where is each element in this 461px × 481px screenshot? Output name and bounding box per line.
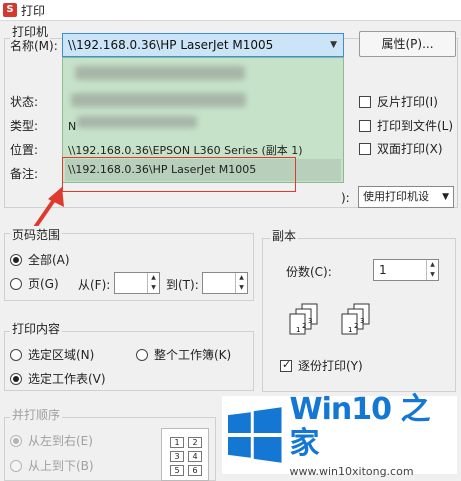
order-cell: 6 — [188, 465, 202, 476]
workbook-option[interactable]: 整个工作簿(K) — [136, 346, 231, 363]
duplex-print-option[interactable]: 双面打印(X) — [359, 140, 443, 157]
selection-radio[interactable] — [10, 348, 22, 361]
svg-text:1: 1 — [296, 326, 300, 334]
order-cell: 5 — [170, 465, 184, 476]
collate-stack-icon: 3 2 1 — [341, 303, 370, 335]
watermark-text: Win10 之家 www.win10xitong.com — [289, 391, 458, 478]
svg-text:2: 2 — [302, 322, 306, 330]
win10-watermark: Win10 之家 www.win10xitong.com — [222, 392, 457, 478]
order-cell: 1 — [170, 437, 184, 448]
selection-label: 选定区域(N) — [28, 348, 95, 362]
print-to-file-checkbox[interactable] — [359, 119, 371, 132]
print-to-file-label: 打印到文件(L) — [377, 119, 454, 133]
spin-arrows-icon[interactable]: ▲ ▼ — [147, 273, 159, 293]
svg-text:3: 3 — [360, 317, 364, 325]
left-right-label: 从左到右(E) — [28, 434, 93, 448]
mirror-print-label: 反片打印(I) — [377, 95, 438, 109]
watermark-title-latin: Win10 — [289, 391, 392, 427]
selection-option[interactable]: 选定区域(N) — [10, 346, 94, 363]
status-label: 状态: — [10, 95, 39, 109]
collate-stack-icon: 3 2 1 — [289, 303, 318, 335]
svg-text:2: 2 — [354, 322, 358, 330]
blurred-printer-item[interactable] — [77, 116, 197, 128]
print-order-preview: 1 2 3 4 5 6 — [161, 428, 209, 481]
page-range-label: 页码范围 — [10, 226, 63, 243]
order-cell: 2 — [188, 437, 202, 448]
spin-arrows-icon[interactable]: ▲ ▼ — [235, 273, 247, 293]
page-from-label: 从(F): — [78, 278, 111, 292]
duplex-print-label: 双面打印(X) — [377, 142, 443, 156]
sheet-option[interactable]: 选定工作表(V) — [10, 370, 106, 387]
windows-logo-icon — [227, 407, 282, 463]
svg-text:3: 3 — [308, 317, 312, 325]
workbook-radio[interactable] — [136, 348, 148, 361]
chevron-down-icon: ▼ — [330, 40, 337, 50]
page-range-all-option[interactable]: 全部(A) — [10, 251, 70, 268]
order-cell: 4 — [188, 451, 202, 462]
top-bottom-label: 从上到下(B) — [28, 459, 94, 473]
collate-label: 逐份打印(Y) — [298, 359, 363, 373]
print-to-file-option[interactable]: 打印到文件(L) — [359, 117, 453, 134]
print-mode-value: 使用打印机设 — [363, 190, 429, 203]
svg-text:1: 1 — [348, 326, 352, 334]
collate-checkbox[interactable] — [280, 358, 292, 372]
blurred-printer-item[interactable] — [75, 66, 245, 80]
left-right-radio[interactable] — [10, 434, 22, 447]
name-label: 名称(M): — [10, 39, 58, 53]
annotation-highlight-box — [62, 157, 296, 192]
page-range-all-label: 全部(A) — [28, 253, 70, 267]
sheet-label: 选定工作表(V) — [28, 372, 106, 386]
location-label: 位置: — [10, 143, 39, 157]
spin-arrows-icon[interactable]: ▲ ▼ — [426, 260, 438, 280]
collate-option[interactable]: 逐份打印(Y) — [280, 357, 363, 374]
mirror-print-checkbox[interactable] — [359, 95, 371, 108]
copies-count-value: 1 — [379, 263, 387, 277]
dropdown-item-epson[interactable]: \\192.168.0.36\EPSON L360 Series (副本 1) — [68, 142, 303, 158]
print-content-label: 打印内容 — [10, 320, 63, 337]
page-from-input[interactable]: ▲ ▼ — [114, 272, 160, 294]
copies-label: 副本 — [270, 227, 299, 244]
page-range-pages-radio[interactable] — [10, 277, 22, 290]
workbook-label: 整个工作簿(K) — [154, 348, 232, 362]
print-order-label: 并打顺序 — [10, 406, 63, 423]
title-bar: S 打印 — [0, 0, 461, 20]
blurred-printer-item[interactable] — [71, 93, 246, 107]
wps-app-icon: S — [3, 3, 17, 17]
copies-count-input[interactable]: 1 ▲ ▼ — [373, 259, 439, 281]
page-range-all-radio[interactable] — [10, 253, 22, 266]
duplex-print-checkbox[interactable] — [359, 142, 371, 155]
watermark-title: Win10 之家 — [289, 391, 458, 461]
sheet-radio[interactable] — [10, 372, 22, 385]
type-label: 类型: — [10, 119, 39, 133]
left-right-option[interactable]: 从左到右(E) — [10, 432, 93, 449]
page-to-label: 到(T): — [166, 278, 199, 292]
top-bottom-option[interactable]: 从上到下(B) — [10, 457, 94, 474]
dropdown-partial-text: N — [68, 120, 77, 133]
mirror-print-option[interactable]: 反片打印(I) — [359, 93, 438, 110]
comment-label: 备注: — [10, 167, 39, 181]
page-range-pages-label: 页(G) — [28, 277, 59, 291]
copies-count-label: 份数(C): — [286, 265, 332, 279]
order-cell: 3 — [170, 451, 184, 462]
printer-name-select[interactable]: \\192.168.0.36\HP LaserJet M1005 ▼ — [62, 33, 344, 57]
chevron-down-icon: ▼ — [442, 192, 449, 202]
window-title: 打印 — [21, 3, 46, 18]
printer-name-value: \\192.168.0.36\HP LaserJet M1005 — [68, 38, 274, 52]
mode-label-partial: ): — [341, 191, 350, 205]
top-bottom-radio[interactable] — [10, 459, 22, 472]
watermark-url: www.win10xitong.com — [289, 464, 414, 478]
properties-button[interactable]: 属性(P)... — [359, 31, 456, 57]
page-to-input[interactable]: ▲ ▼ — [202, 272, 248, 294]
page-range-pages-option[interactable]: 页(G) — [10, 275, 59, 292]
print-mode-select[interactable]: 使用打印机设 ▼ — [358, 186, 454, 208]
